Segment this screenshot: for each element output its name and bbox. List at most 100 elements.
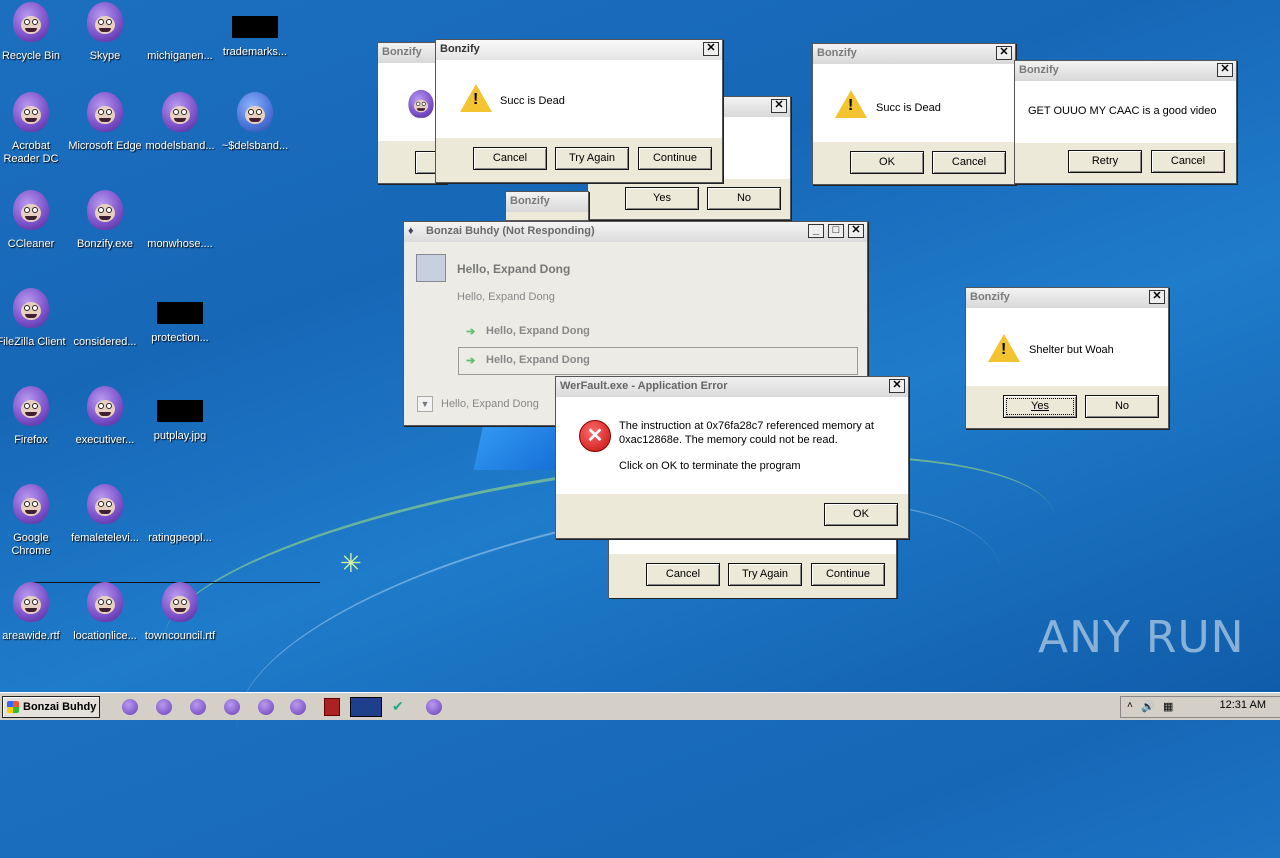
- desktop-icon-label: CCleaner: [7, 238, 55, 250]
- bonzi-icon: [10, 582, 52, 628]
- desktop-icon-label: michiganen...: [147, 50, 213, 62]
- taskbar-bonzi-icon[interactable]: [290, 699, 306, 715]
- no-button[interactable]: No: [707, 187, 781, 210]
- taskbar-bonzi-icon[interactable]: [190, 699, 206, 715]
- file-thumbnail: [157, 302, 203, 324]
- close-button[interactable]: ✕: [889, 379, 905, 393]
- continue-button[interactable]: Continue: [638, 147, 712, 170]
- bonzify-shelter-dialog[interactable]: Bonzify ✕ Shelter but Woah Yes No: [965, 287, 1169, 429]
- desktop-icon-file[interactable]: towncouncil.rtf: [143, 582, 217, 643]
- file-thumbnail: [232, 16, 278, 38]
- close-button[interactable]: ✕: [848, 224, 864, 238]
- desktop-icon-edge[interactable]: Microsoft Edge: [68, 92, 142, 153]
- cancel-button[interactable]: Cancel: [473, 147, 547, 170]
- cancel-button[interactable]: Cancel: [1151, 150, 1225, 173]
- desktop-icon-acrobat[interactable]: Acrobat Reader DC: [0, 92, 68, 166]
- bonzi-icon: [10, 484, 52, 530]
- warning-icon: [988, 334, 1020, 362]
- minimize-button[interactable]: _: [808, 224, 824, 238]
- desktop-icon-filezilla[interactable]: FileZilla Client: [0, 288, 68, 349]
- close-button[interactable]: ✕: [996, 46, 1012, 60]
- bonzi-icon: [159, 92, 201, 138]
- desktop-icon-file[interactable]: considered...: [68, 288, 142, 349]
- chevron-up-icon[interactable]: ˄: [1127, 700, 1133, 711]
- bonzify-ouuo-dialog[interactable]: Bonzify ✕ GET OUUO MY CAAC is a good vid…: [1014, 60, 1237, 184]
- desktop-icon-file[interactable]: putplay.jpg: [143, 386, 217, 443]
- taskbar-bonzi-icon[interactable]: [122, 699, 138, 715]
- taskbar-bonzi-icon[interactable]: [156, 699, 172, 715]
- desktop-icon-firefox[interactable]: Firefox: [0, 386, 68, 447]
- bonzify-succ-dialog[interactable]: Bonzify ✕ Succ is Dead Cancel Try Again …: [435, 39, 723, 183]
- desktop-icon-file[interactable]: areawide.rtf: [0, 582, 68, 643]
- maximize-button[interactable]: □: [828, 224, 844, 238]
- taskbar-bonzi-icon[interactable]: [258, 699, 274, 715]
- dialog-title: Bonzify: [506, 192, 588, 212]
- desktop-icon-file[interactable]: locationlice...: [68, 582, 142, 643]
- desktop-icon-label: towncouncil.rtf: [144, 630, 216, 642]
- ok-button[interactable]: OK: [824, 503, 898, 526]
- desktop-icon-ccleaner[interactable]: CCleaner: [0, 190, 68, 251]
- dialog-title: Bonzify: [440, 43, 480, 55]
- cancel-button[interactable]: Cancel: [932, 151, 1006, 174]
- app-icon: ♦: [408, 225, 414, 237]
- desktop-icon-label: Firefox: [14, 434, 48, 446]
- retry-button[interactable]: Retry: [1068, 150, 1142, 173]
- desktop-icon-file[interactable]: femaletelevi...: [68, 484, 142, 545]
- ok-button[interactable]: OK: [850, 151, 924, 174]
- main-subtext: Hello, Expand Dong: [457, 291, 555, 303]
- bonzify-succ-dialog-2[interactable]: Bonzify ✕ Succ is Dead OK Cancel: [812, 43, 1016, 185]
- yes-button[interactable]: Yes: [1003, 395, 1077, 418]
- try-again-button[interactable]: Try Again: [728, 563, 802, 586]
- chevron-down-icon[interactable]: ▼: [417, 396, 433, 412]
- close-button[interactable]: ✕: [1149, 290, 1165, 304]
- werfault-error-dialog[interactable]: WerFault.exe - Application Error ✕ ✕ The…: [555, 376, 909, 539]
- option-link[interactable]: Hello, Expand Dong: [486, 325, 590, 337]
- option-link[interactable]: Hello, Expand Dong: [486, 354, 590, 366]
- main-heading: Hello, Expand Dong: [457, 262, 571, 276]
- close-button[interactable]: ✕: [703, 42, 719, 56]
- desktop-icon-file[interactable]: trademarks...: [218, 2, 292, 59]
- continue-button[interactable]: Continue: [811, 563, 885, 586]
- error-line-2: 0xac12868e. The memory could not be read…: [619, 434, 838, 446]
- network-icon[interactable]: ▦: [1163, 700, 1173, 713]
- bonzi-icon: [159, 582, 201, 628]
- desktop-icon-label: Microsoft Edge: [68, 140, 142, 152]
- start-button[interactable]: Bonzai Buhdy: [2, 696, 100, 718]
- speaker-icon[interactable]: 🔊: [1141, 700, 1155, 713]
- desktop-icon-file[interactable]: modelsband...: [143, 92, 217, 153]
- system-tray: ˄ 🔊 ▦ 12:31 AM: [1120, 696, 1280, 718]
- desktop-icon-file[interactable]: ratingpeopl...: [143, 484, 217, 545]
- bonzi-icon: [84, 484, 126, 530]
- desktop-icon-skype[interactable]: Skype: [68, 2, 142, 63]
- desktop-icon-file[interactable]: michiganen...: [143, 2, 217, 63]
- no-button[interactable]: No: [1085, 395, 1159, 418]
- desktop-icon-file[interactable]: executiver...: [68, 386, 142, 447]
- clock[interactable]: 12:31 AM: [1220, 699, 1266, 711]
- file-thumbnail: [157, 400, 203, 422]
- try-again-button[interactable]: Try Again: [555, 147, 629, 170]
- cancel-button[interactable]: Cancel: [646, 563, 720, 586]
- close-button[interactable]: ✕: [1217, 63, 1233, 77]
- desktop-icon-chrome[interactable]: Google Chrome: [0, 484, 68, 558]
- error-line-3: Click on OK to terminate the program: [619, 460, 801, 472]
- desktop-icon-bonzify[interactable]: Bonzify.exe: [68, 190, 142, 251]
- desktop-icon-recycle-bin[interactable]: Recycle Bin: [0, 2, 68, 63]
- desktop-icon-file[interactable]: monwhose....: [143, 190, 217, 251]
- taskbar-app-icon[interactable]: [324, 698, 340, 716]
- warning-icon: [835, 90, 867, 118]
- taskbar-bonzi-icon[interactable]: [224, 699, 240, 715]
- footer-text: Hello, Expand Dong: [441, 398, 539, 410]
- desktop-icon-file[interactable]: protection...: [143, 288, 217, 345]
- bonzify-small-dialog[interactable]: Bonzify: [505, 191, 589, 221]
- close-button[interactable]: ✕: [771, 99, 787, 113]
- window-title: Bonzai Buhdy (Not Responding): [426, 225, 595, 237]
- bonzi-icon: [234, 92, 276, 138]
- yes-button[interactable]: Yes: [625, 187, 699, 210]
- bonzify-bottom-dialog[interactable]: Cancel Try Again Continue: [608, 535, 897, 598]
- taskbar-app-icon[interactable]: [350, 697, 382, 717]
- taskbar-check-icon[interactable]: ✔: [392, 698, 408, 716]
- desktop-icon-label: Bonzify.exe: [76, 238, 134, 250]
- desktop-icon-file[interactable]: ~$delsband...: [218, 92, 292, 153]
- taskbar-bonzi-icon[interactable]: [426, 699, 442, 715]
- desktop-icon-label: monwhose....: [147, 238, 213, 250]
